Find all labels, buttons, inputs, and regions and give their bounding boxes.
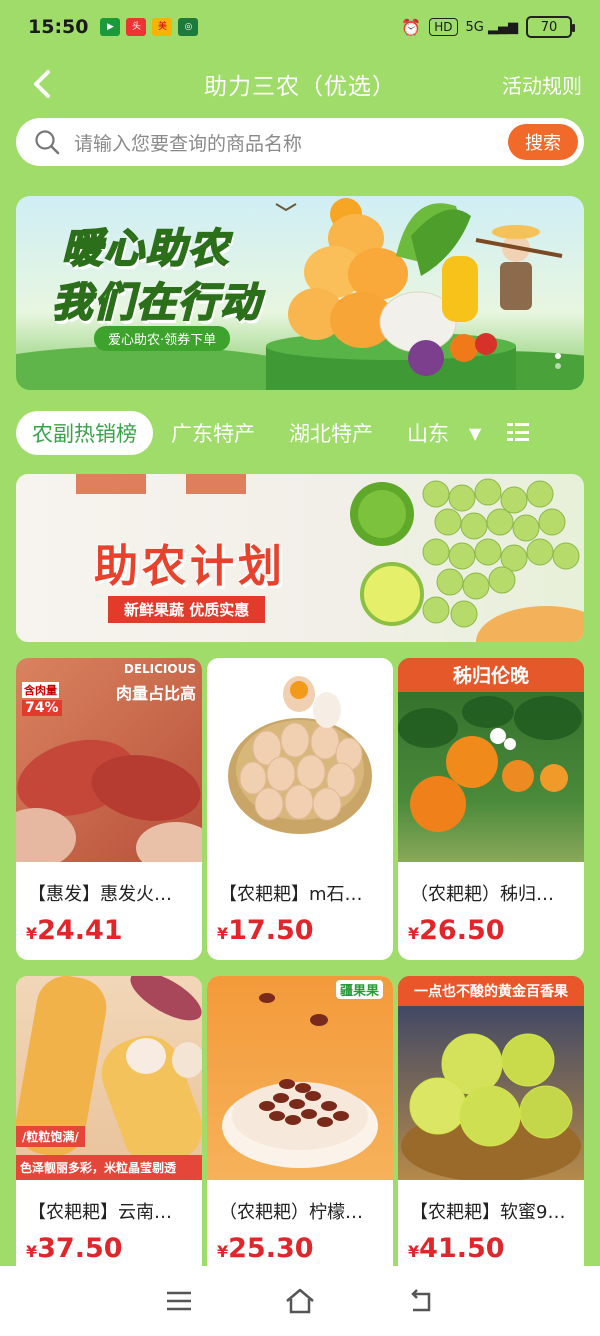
back-button[interactable]: [22, 64, 62, 104]
alarm-icon: ⏰: [401, 17, 422, 37]
corn-illustration: [16, 976, 202, 1167]
app-notification-icon: ◎: [178, 18, 199, 36]
search-bar[interactable]: 请输入您要查询的商品名称 搜索: [16, 118, 584, 166]
system-nav-bar: [0, 1266, 600, 1336]
product-card[interactable]: 疆果果 （农耙耙）柠檬… ¥25.30: [207, 976, 393, 1278]
currency-symbol: ¥: [408, 924, 420, 943]
product-name: （农耙耙）柠檬…: [219, 1202, 363, 1223]
battery-level: 70: [540, 19, 558, 35]
battery-icon: 70: [526, 16, 575, 38]
product-card[interactable]: 秭归伦晚 （农耙耙）秭归… ¥26.50: [398, 658, 584, 960]
promo-subtitle: 新鲜果蔬 优质实惠: [108, 596, 266, 623]
page-title: 助力三农（优选）: [204, 74, 396, 100]
product-name: （农耙耙）秭归…: [410, 884, 554, 905]
orange-tree-illustration: [398, 658, 584, 832]
home-icon[interactable]: [284, 1287, 316, 1315]
tab-shandong[interactable]: 山东: [407, 418, 465, 448]
promo-banner[interactable]: 助农计划 新鲜果蔬 优质实惠: [16, 474, 584, 642]
category-menu-icon[interactable]: [507, 423, 530, 443]
product-name: 【农耙耙】软蜜9…: [410, 1202, 566, 1223]
back-arrow-icon: [34, 70, 50, 98]
banner-title-line2: 我们在行动: [51, 279, 262, 327]
currency-symbol: ¥: [217, 1242, 229, 1261]
image-caption: 一点也不酸的黄金百香果: [414, 984, 568, 1000]
image-caption: 秭归伦晚: [452, 665, 529, 687]
product-price: ¥17.50: [217, 915, 314, 946]
currency-symbol: ¥: [26, 1242, 38, 1261]
product-price: ¥37.50: [26, 1233, 123, 1264]
image-caption: /粒粒饱满/: [16, 1126, 85, 1147]
category-tabs: 农副热销榜 广东特产 湖北特产 山东 ▼: [0, 410, 600, 456]
price-value: 37.50: [37, 1233, 123, 1264]
activity-rules-link[interactable]: 活动规则: [502, 70, 582, 99]
image-caption: DELICIOUS: [123, 662, 196, 676]
currency-symbol: ¥: [408, 1242, 420, 1261]
product-name: 【农耙耙】m石…: [219, 884, 363, 905]
price-value: 24.41: [37, 915, 123, 946]
hd-badge: HD: [429, 18, 458, 36]
product-card[interactable]: /粒粒饱满/ 色泽靓丽多彩，米粒晶莹剔透 【农耙耙】云南… ¥37.50: [16, 976, 202, 1278]
product-image: /粒粒饱满/ 色泽靓丽多彩，米粒晶莹剔透: [16, 976, 202, 1180]
back-icon[interactable]: [407, 1288, 435, 1314]
hero-banner[interactable]: 暖心助农 我们在行动 爱心助农·领券下单: [16, 196, 584, 390]
product-name: 【惠发】惠发火…: [28, 884, 172, 905]
banner-tag: 爱心助农·领券下单: [94, 326, 231, 351]
product-card[interactable]: DELICIOUS 肉量占比高 含肉量 74% 【惠发】惠发火… ¥24.41: [16, 658, 202, 960]
product-price: ¥25.30: [217, 1233, 314, 1264]
tab-hubei[interactable]: 湖北特产: [289, 418, 373, 448]
chevron-down-icon[interactable]: ▼: [469, 424, 481, 443]
currency-symbol: ¥: [26, 924, 38, 943]
product-image: 一点也不酸的黄金百香果: [398, 976, 584, 1180]
app-notification-icon: 美: [152, 18, 173, 36]
passion-fruit-illustration: [398, 976, 584, 1180]
image-caption: 色泽靓丽多彩，米粒晶莹剔透: [16, 1155, 202, 1180]
image-caption: 含肉量: [22, 682, 59, 698]
image-caption: 74%: [22, 700, 62, 716]
product-name: 【农耙耙】云南…: [28, 1202, 172, 1223]
raisins-illustration: [222, 993, 378, 1168]
price-value: 17.50: [228, 915, 314, 946]
image-caption: 肉量占比高: [115, 684, 196, 703]
app-notification-icon: ▶: [100, 18, 121, 36]
product-price: ¥26.50: [408, 915, 505, 946]
product-card[interactable]: 一点也不酸的黄金百香果 【农耙耙】软蜜9… ¥41.50: [398, 976, 584, 1278]
promo-title: 助农计划: [94, 541, 286, 592]
product-image: 秭归伦晚: [398, 658, 584, 862]
price-value: 25.30: [228, 1233, 314, 1264]
status-indicators: ⏰ HD 5G ▂▄▆ 70: [401, 16, 575, 38]
search-input[interactable]: 请输入您要查询的商品名称: [74, 129, 508, 156]
currency-symbol: ¥: [217, 924, 229, 943]
price-value: 26.50: [419, 915, 505, 946]
banner-title-line1: 暖心助农: [61, 225, 230, 273]
tab-guangdong[interactable]: 广东特产: [171, 418, 255, 448]
brand-logo: 疆果果: [335, 980, 383, 999]
product-image: DELICIOUS 肉量占比高 含肉量 74%: [16, 658, 202, 862]
product-grid: DELICIOUS 肉量占比高 含肉量 74% 【惠发】惠发火… ¥24.41: [16, 658, 584, 1278]
status-time: 15:50: [28, 16, 89, 38]
menu-icon[interactable]: [165, 1289, 193, 1313]
eggs-illustration: [228, 676, 372, 834]
network-label: 5G: [465, 19, 484, 35]
tab-hot-sales[interactable]: 农副热销榜: [16, 411, 153, 455]
price-value: 41.50: [419, 1233, 505, 1264]
app-notification-icon: 头: [126, 18, 147, 36]
product-card[interactable]: 【农耙耙】m石… ¥17.50: [207, 658, 393, 960]
signal-icon: 5G ▂▄▆: [465, 19, 518, 35]
product-image: 疆果果: [207, 976, 393, 1180]
search-button[interactable]: 搜索: [508, 124, 578, 160]
top-header: 助力三农（优选） 活动规则: [0, 56, 600, 112]
product-price: ¥24.41: [26, 915, 123, 946]
status-bar: 15:50 ▶ 头 美 ◎ ⏰ HD 5G ▂▄▆ 70: [0, 0, 600, 54]
search-icon: [35, 130, 60, 155]
product-price: ¥41.50: [408, 1233, 505, 1264]
product-image: [207, 658, 393, 862]
